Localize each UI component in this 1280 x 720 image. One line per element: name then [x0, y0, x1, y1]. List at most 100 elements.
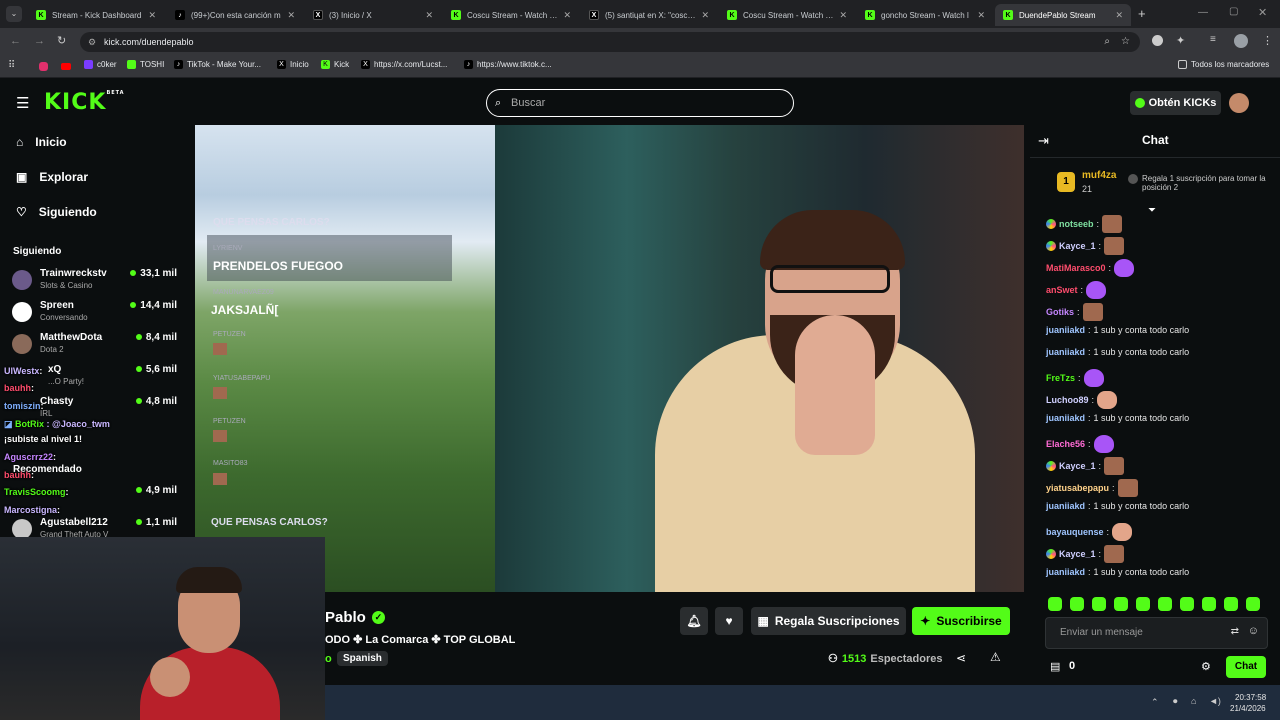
close-tab-icon[interactable]: ✕ [1115, 10, 1123, 21]
media-icon[interactable]: ≡ [1210, 34, 1216, 45]
close-tab-icon[interactable]: ✕ [287, 10, 295, 21]
chat-message[interactable]: notseeb: [1046, 215, 1123, 233]
send-chat-button[interactable]: Chat [1226, 656, 1266, 678]
chat-settings-icon[interactable]: ⚙ [1201, 660, 1211, 673]
chat-username[interactable]: juaniiakd [1046, 413, 1085, 423]
emote-icon[interactable] [1158, 597, 1172, 611]
chat-username[interactable]: anSwet [1046, 285, 1078, 295]
close-tab-icon[interactable]: ✕ [977, 10, 985, 21]
browser-tab[interactable]: ♪ (99+)Con esta canción m ✕ [167, 4, 303, 26]
reload-icon[interactable]: ↻ [57, 34, 66, 47]
volume-icon[interactable]: ◄) [1209, 696, 1221, 706]
category-link[interactable]: o [325, 653, 332, 665]
gift-subs-button[interactable]: ▦ Regala Suscripciones [751, 607, 906, 635]
bookmark-star-icon[interactable]: ☆ [1121, 32, 1130, 52]
language-tag[interactable]: Spanish [337, 651, 388, 666]
chat-username[interactable]: juaniiakd [1046, 567, 1085, 577]
chat-username[interactable]: Elache56 [1046, 439, 1085, 449]
chat-username[interactable]: notseeb [1059, 219, 1094, 229]
minimize-icon[interactable]: — [1198, 7, 1208, 18]
video-player[interactable]: QUE PENSAS CARLOS? LYRIENV PRENDELOS FUE… [195, 125, 1024, 592]
translate-icon[interactable]: ⇄ [1231, 626, 1239, 637]
emote-icon[interactable] [1246, 597, 1260, 611]
chat-username[interactable]: juaniiakd [1046, 501, 1085, 511]
user-avatar[interactable] [1229, 93, 1249, 113]
emote-icon[interactable] [1180, 597, 1194, 611]
chat-username[interactable]: Kayce_1 [1059, 549, 1096, 559]
url-input[interactable]: ⚙ kick.com/duendepablo ⌕ ☆ [80, 32, 1140, 52]
chat-message[interactable]: anSwet: [1046, 281, 1107, 299]
menu-icon[interactable]: ☰ [16, 94, 29, 112]
browser-tab[interactable]: K DuendePablo Stream ✕ [995, 4, 1131, 26]
channel-spreen[interactable]: Spreen Conversando 14,4 mil [12, 300, 177, 326]
share-icon[interactable]: ⋖ [956, 651, 966, 665]
chat-username[interactable]: juaniiakd [1046, 347, 1085, 357]
report-icon[interactable]: ⚠ [990, 650, 1001, 664]
chat-message[interactable]: Luchoo89: [1046, 391, 1118, 409]
chat-message[interactable]: Gotiks: [1046, 303, 1103, 321]
clock-time[interactable]: 20:37:58 [1235, 693, 1266, 702]
maximize-icon[interactable]: ▢ [1229, 6, 1238, 17]
chat-message[interactable]: juaniiakd:1 sub y conta todo carlo [1046, 325, 1189, 335]
chat-username[interactable]: Luchoo89 [1046, 395, 1089, 405]
chat-message[interactable]: FreTzs: [1046, 369, 1104, 387]
browser-tab[interactable]: K Coscu Stream - Watch Liv ✕ [443, 4, 579, 26]
chat-username[interactable]: Kayce_1 [1059, 461, 1096, 471]
channel-name[interactable]: Pablo ✓ [325, 609, 385, 626]
search-input[interactable]: ⌕ Buscar [486, 89, 794, 117]
chat-message[interactable]: Kayce_1: [1046, 237, 1125, 255]
chat-username[interactable]: bayauquense [1046, 527, 1104, 537]
chat-username[interactable]: juaniiakd [1046, 325, 1085, 335]
chat-username[interactable]: MatiMarasco0 [1046, 263, 1106, 273]
all-bookmarks-button[interactable]: Todos los marcadores [1178, 60, 1269, 69]
emote-icon[interactable] [1202, 597, 1216, 611]
browser-menu-icon[interactable]: ⋮ [1262, 34, 1273, 47]
bookmark-toshi[interactable]: TOSHI [127, 60, 164, 69]
subscribe-button[interactable]: ✦ Suscribirse [912, 607, 1010, 635]
close-tab-icon[interactable]: ✕ [701, 10, 709, 21]
nav-inicio[interactable]: ⌂ Inicio [16, 135, 67, 149]
apps-icon[interactable]: ⠿ [8, 60, 15, 71]
instagram-icon[interactable] [39, 62, 48, 71]
profile-avatar[interactable] [1234, 34, 1248, 48]
mic-icon[interactable]: ⏺ [1173, 696, 1178, 707]
nav-explorar[interactable]: ▣ Explorar [16, 170, 88, 184]
emote-icon[interactable] [1224, 597, 1238, 611]
close-window-icon[interactable]: ✕ [1258, 6, 1267, 19]
youtube-icon[interactable] [61, 63, 71, 70]
chat-message[interactable]: bayauquense: [1046, 523, 1133, 541]
chat-message[interactable]: Kayce_1: [1046, 545, 1125, 563]
puzzle-icon[interactable]: ✦ [1176, 34, 1185, 47]
new-tab-button[interactable]: + [1138, 6, 1146, 21]
get-kicks-button[interactable]: Obtén KICKs [1130, 91, 1221, 115]
emote-icon[interactable] [1092, 597, 1106, 611]
notifications-button[interactable]: 🔔︎ [680, 607, 708, 635]
extension-icon[interactable] [1152, 35, 1163, 46]
browser-tab[interactable]: X (3) Inicio / X ✕ [305, 4, 441, 26]
bookmark-tiktok-url[interactable]: ♪ https://www.tiktok.c... [464, 60, 552, 69]
browser-tab[interactable]: K Coscu Stream - Watch Liv ✕ [719, 4, 855, 26]
chat-message[interactable]: yiatusabepapu: [1046, 479, 1138, 497]
close-tab-icon[interactable]: ✕ [563, 10, 571, 21]
browser-tab[interactable]: Kgoncho Stream - Watch l ✕ [857, 4, 993, 26]
chat-input[interactable]: Enviar un mensaje ⇄ ☺ [1045, 617, 1268, 649]
bookmark-tiktok[interactable]: ♪ TikTok - Make Your... [174, 60, 261, 69]
tab-list-icon[interactable]: ⌄ [6, 6, 22, 22]
nav-siguiendo[interactable]: ♡ Siguiendo [16, 205, 97, 219]
bookmark-kick[interactable]: K Kick [321, 60, 349, 69]
kick-logo[interactable]: KICKBETA [44, 90, 125, 115]
pinned-toggle-icon[interactable]: ⏷ [1148, 205, 1156, 216]
site-info-icon[interactable]: ⚙ [88, 32, 96, 52]
bookmark-inicio[interactable]: X Inicio [277, 60, 309, 69]
close-tab-icon[interactable]: ✕ [839, 10, 847, 21]
kicks-store-icon[interactable]: ▤ [1050, 660, 1060, 673]
follow-button[interactable]: ♥ [715, 607, 743, 635]
channel-matthewdota[interactable]: MatthewDota Dota 2 8,4 mil [12, 332, 177, 358]
emote-icon[interactable] [1070, 597, 1084, 611]
bookmark-c0ker[interactable]: c0ker [84, 60, 117, 69]
chat-username[interactable]: yiatusabepapu [1046, 483, 1109, 493]
chat-message[interactable]: juaniiakd:1 sub y conta todo carlo [1046, 347, 1189, 357]
emote-icon[interactable] [1114, 597, 1128, 611]
close-tab-icon[interactable]: ✕ [425, 10, 433, 21]
chat-message[interactable]: juaniiakd:1 sub y conta todo carlo [1046, 413, 1189, 423]
